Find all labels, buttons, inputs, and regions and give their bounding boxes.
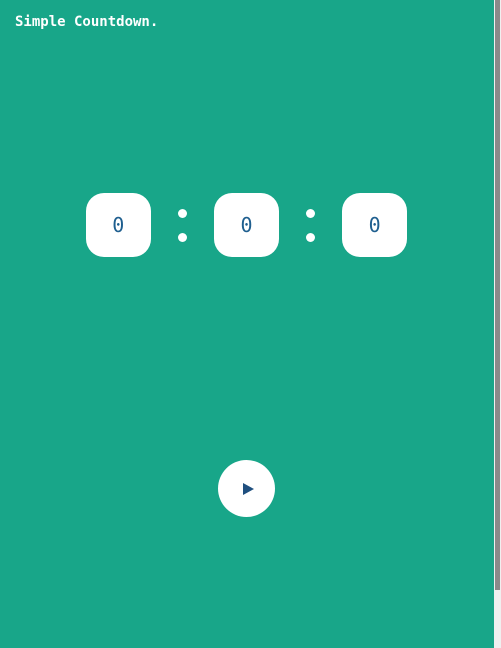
minutes-box: 0 — [214, 193, 279, 257]
countdown-page: Simple Countdown. 0 0 0 — [0, 0, 501, 648]
scrollbar[interactable] — [494, 0, 501, 648]
time-separator — [279, 193, 343, 257]
play-button[interactable] — [218, 460, 275, 517]
play-icon — [242, 482, 254, 495]
separator-dot — [306, 232, 316, 242]
hours-box: 0 — [86, 193, 151, 257]
app-title: Simple Countdown. — [15, 14, 159, 30]
separator-dot — [306, 208, 316, 218]
seconds-box: 0 — [342, 193, 407, 257]
scrollbar-thumb[interactable] — [495, 0, 500, 590]
countdown-timer: 0 0 0 — [86, 193, 407, 257]
time-separator — [151, 193, 215, 257]
separator-dot — [177, 208, 187, 218]
separator-dot — [177, 232, 187, 242]
